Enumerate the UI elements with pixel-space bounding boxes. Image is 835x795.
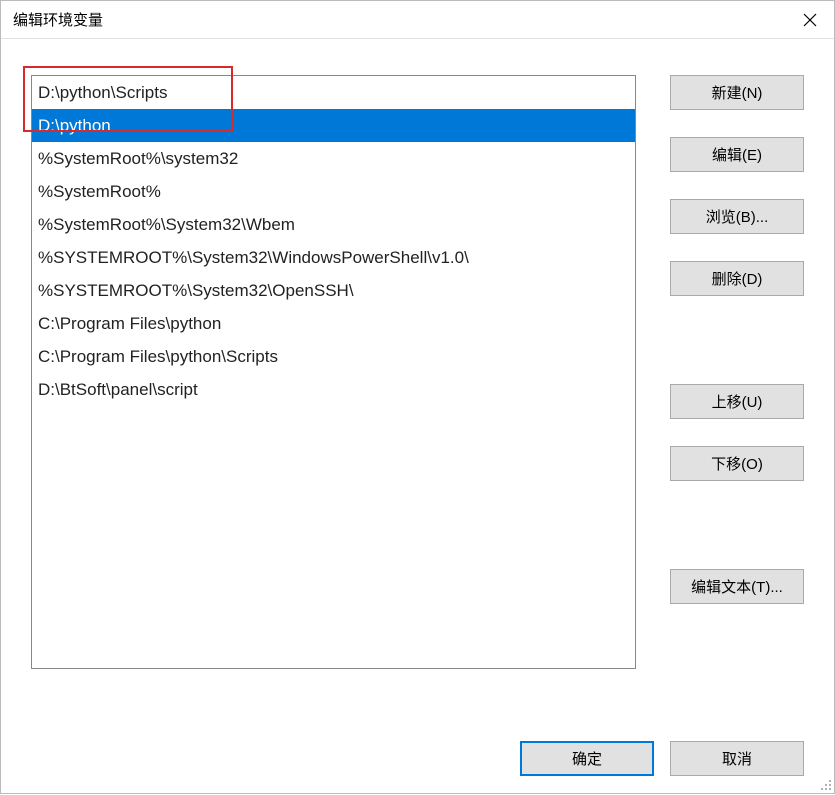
path-listbox[interactable]: D:\python\ScriptsD:\python%SystemRoot%\s…	[31, 75, 636, 669]
ok-button[interactable]: 确定	[520, 741, 654, 776]
dialog-window: 编辑环境变量 D:\python\ScriptsD:\python%System…	[0, 0, 835, 794]
list-item[interactable]: C:\Program Files\python\Scripts	[32, 340, 635, 373]
listbox-wrap: D:\python\ScriptsD:\python%SystemRoot%\s…	[31, 75, 644, 705]
list-item[interactable]: C:\Program Files\python	[32, 307, 635, 340]
footer: 确定 取消	[1, 723, 834, 793]
delete-button[interactable]: 删除(D)	[670, 261, 804, 296]
titlebar: 编辑环境变量	[1, 1, 834, 39]
window-title: 编辑环境变量	[13, 9, 103, 30]
sidebar-buttons: 新建(N) 编辑(E) 浏览(B)... 删除(D) 上移(U) 下移(O) 编…	[670, 75, 804, 705]
edit-button[interactable]: 编辑(E)	[670, 137, 804, 172]
close-button[interactable]	[786, 1, 834, 39]
resize-grip[interactable]	[818, 777, 832, 791]
new-button[interactable]: 新建(N)	[670, 75, 804, 110]
resize-grip-icon	[818, 777, 832, 791]
list-item[interactable]: %SYSTEMROOT%\System32\WindowsPowerShell\…	[32, 241, 635, 274]
list-item[interactable]: %SYSTEMROOT%\System32\OpenSSH\	[32, 274, 635, 307]
edit-text-button[interactable]: 编辑文本(T)...	[670, 569, 804, 604]
list-item[interactable]: D:\python\Scripts	[32, 76, 635, 109]
move-down-button[interactable]: 下移(O)	[670, 446, 804, 481]
list-item[interactable]: %SystemRoot%	[32, 175, 635, 208]
cancel-button[interactable]: 取消	[670, 741, 804, 776]
list-item[interactable]: D:\BtSoft\panel\script	[32, 373, 635, 406]
content-area: D:\python\ScriptsD:\python%SystemRoot%\s…	[1, 39, 834, 723]
browse-button[interactable]: 浏览(B)...	[670, 199, 804, 234]
close-icon	[803, 13, 817, 27]
list-item[interactable]: %SystemRoot%\System32\Wbem	[32, 208, 635, 241]
list-item[interactable]: D:\python	[32, 109, 635, 142]
list-item[interactable]: %SystemRoot%\system32	[32, 142, 635, 175]
move-up-button[interactable]: 上移(U)	[670, 384, 804, 419]
